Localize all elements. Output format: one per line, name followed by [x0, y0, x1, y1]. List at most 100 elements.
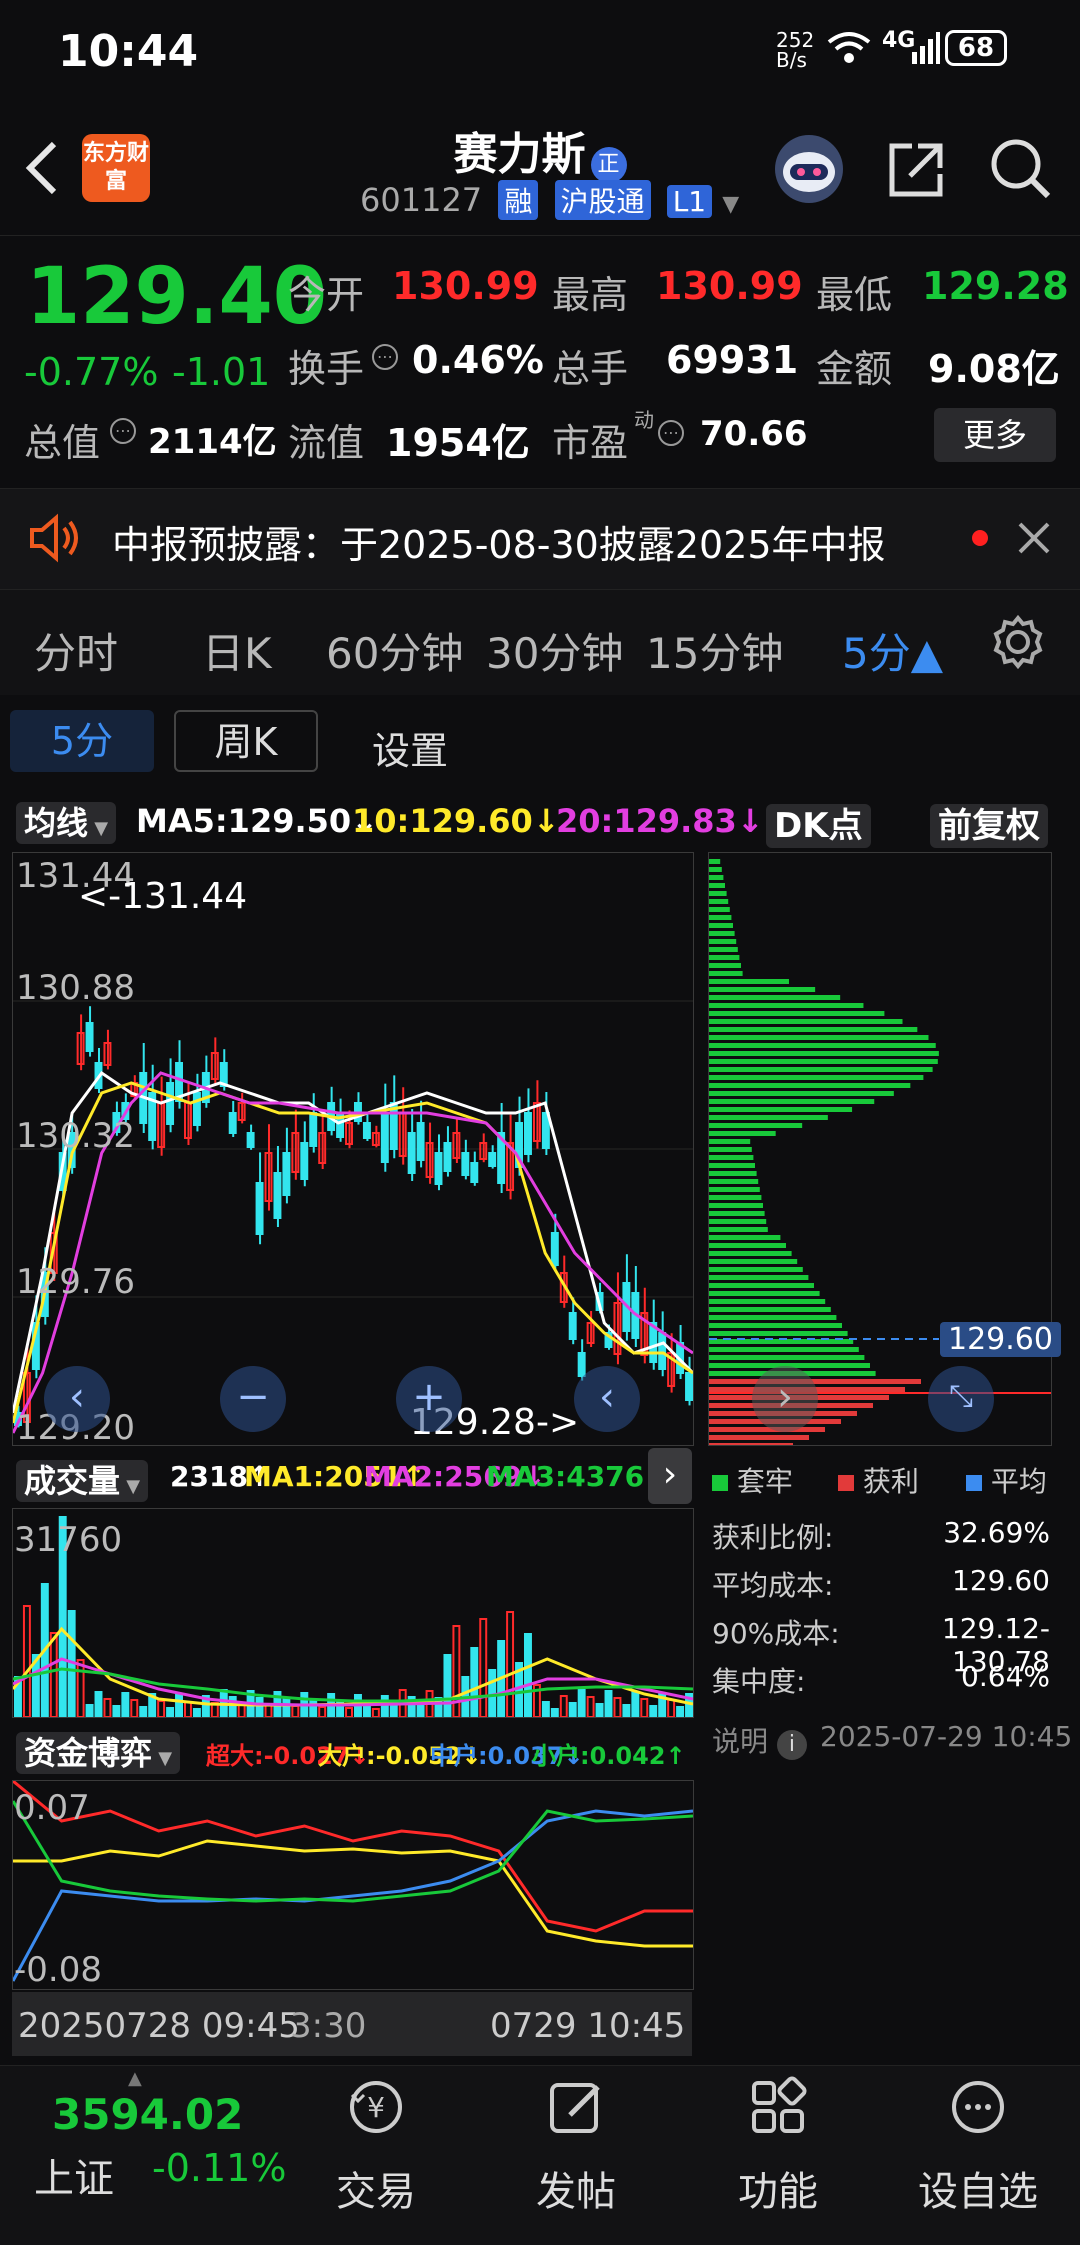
volume-bar — [613, 1697, 622, 1718]
fund-svg — [11, 1779, 694, 1982]
pe-label: 市盈 — [552, 421, 629, 465]
volume-label: 总手 — [552, 347, 629, 391]
price-axis-1: 130.88 — [16, 968, 135, 1008]
cost90-label: 90%成本: — [712, 1617, 840, 1650]
unread-dot — [972, 530, 988, 546]
chip-bar — [709, 891, 727, 896]
wifi-icon — [826, 30, 872, 70]
subtab-5min[interactable]: 5分 — [10, 710, 154, 772]
subtab-weekly[interactable]: 周K — [174, 710, 318, 772]
time-mid: 3:30 — [290, 2006, 367, 2046]
notice-text[interactable]: 中报预披露：于2025-08-30披露2025年中报 — [112, 514, 886, 569]
status-time: 10:44 — [58, 26, 199, 77]
pe-superscript: 动 — [634, 408, 654, 432]
chip-bar — [709, 1307, 831, 1312]
ma-dropdown[interactable]: 均线 ▼ — [16, 798, 117, 844]
tag-hk-connect: 沪股通 — [554, 180, 651, 220]
ma-dropdown-label: 均线 — [24, 804, 89, 842]
vol-ma1-line — [11, 1626, 694, 1707]
info-icon[interactable]: ⋯ — [372, 344, 398, 370]
chip-bar — [709, 875, 724, 880]
chip-bar — [709, 1315, 837, 1320]
chip-bar — [709, 1139, 751, 1144]
tab-60min[interactable]: 60分钟 — [326, 620, 463, 681]
chip-bar — [709, 1187, 760, 1192]
scroll-back-icon[interactable]: ‹ — [574, 1366, 640, 1432]
stock-title-wrap[interactable]: 赛力斯 正 — [420, 118, 660, 183]
info-icon[interactable]: ⋯ — [658, 420, 684, 446]
volume-dropdown[interactable]: 成交量 ▼ — [16, 1456, 149, 1502]
fq-button[interactable]: 前复权 — [930, 798, 1048, 848]
volume-bar — [318, 1706, 327, 1718]
amount-label: 金额 — [816, 347, 893, 391]
chevron-right-icon[interactable]: › — [648, 1448, 692, 1504]
candle-body — [166, 1082, 175, 1125]
share-icon[interactable] — [884, 138, 948, 206]
info-icon[interactable]: ⋯ — [110, 418, 136, 444]
chip-explain[interactable]: 说明 i — [712, 1720, 807, 1760]
index-value[interactable]: 3594.02 — [52, 2090, 243, 2139]
ma5-value: MA5:129.50↓ — [136, 802, 378, 840]
expand-icon[interactable]: ⤡ — [928, 1366, 994, 1432]
chip-bar — [709, 1219, 767, 1224]
dk-button[interactable]: DK点 — [766, 798, 871, 848]
tab-5min[interactable]: 5分▲ — [842, 620, 943, 681]
chip-bar — [709, 939, 737, 944]
candle-body — [470, 1162, 479, 1183]
nav-trade[interactable]: ¥ 交易 — [306, 2075, 446, 2217]
tab-30min[interactable]: 30分钟 — [486, 620, 623, 681]
nav-post-label: 发帖 — [536, 2169, 616, 2215]
nav-post[interactable]: 发帖 — [506, 2075, 646, 2217]
ma20-value: 20:129.83↓ — [556, 802, 764, 840]
candle-body — [416, 1122, 425, 1161]
chip-bar — [709, 1275, 809, 1280]
chip-bar — [709, 1171, 757, 1176]
close-icon[interactable] — [1016, 520, 1052, 560]
index-change: -0.11% — [152, 2146, 287, 2190]
candle-body — [461, 1152, 470, 1176]
broker-logo[interactable]: 东方财富 — [82, 134, 150, 202]
volume-value: 69931 — [666, 338, 799, 382]
chip-bar — [709, 1243, 786, 1248]
tab-15min[interactable]: 15分钟 — [646, 620, 783, 681]
chip-bar — [709, 1227, 768, 1232]
scroll-left-icon[interactable]: ‹ — [44, 1366, 110, 1432]
chip-bar — [709, 1179, 759, 1184]
concentration-label: 集中度: — [712, 1665, 806, 1698]
chip-bar — [709, 915, 732, 920]
chip-date: 2025-07-29 10:45 — [820, 1720, 1073, 1753]
candle-body — [488, 1152, 497, 1167]
speaker-icon — [26, 512, 82, 568]
zoom-in-icon[interactable]: + — [396, 1366, 462, 1432]
net-speed: 252 B/s — [776, 28, 815, 72]
nav-functions[interactable]: 功能 — [708, 2075, 848, 2217]
battery-level: 68 — [957, 33, 995, 63]
chip-bar — [709, 1347, 859, 1352]
chip-next-icon[interactable]: › — [752, 1366, 818, 1432]
concentration-value: 0.64% — [961, 1660, 1050, 1693]
robot-avatar-icon[interactable] — [772, 132, 846, 210]
float-label: 流值 — [288, 421, 365, 465]
fund-chart[interactable] — [11, 1779, 694, 1990]
more-button[interactable]: 更多 — [934, 408, 1056, 462]
chip-bar — [709, 1131, 776, 1136]
nav-watchlist[interactable]: 设自选 — [908, 2075, 1048, 2217]
chip-bar — [709, 1355, 865, 1360]
volume-bar — [640, 1698, 649, 1718]
zoom-out-icon[interactable]: − — [220, 1366, 286, 1432]
chevron-up-icon[interactable]: ▲ — [128, 2068, 142, 2089]
back-icon[interactable] — [20, 138, 64, 202]
grid-icon — [708, 2075, 848, 2151]
stock-code-row[interactable]: 601127 融 沪股通 L1 ▼ — [360, 180, 739, 220]
search-icon[interactable] — [988, 136, 1054, 206]
title-badge: 正 — [590, 146, 627, 183]
tab-intraday[interactable]: 分时 — [34, 620, 118, 681]
subtab-settings[interactable]: 设置 — [372, 720, 448, 775]
candle-body — [192, 1092, 201, 1126]
chip-legend-profit-label: 获利 — [862, 1465, 919, 1498]
gear-icon[interactable] — [990, 614, 1046, 674]
tab-daily[interactable]: 日K — [202, 620, 272, 681]
chip-bar — [709, 1099, 875, 1104]
open-label: 今开 — [288, 273, 365, 317]
fund-dropdown[interactable]: 资金博弈 ▼ — [16, 1728, 181, 1774]
